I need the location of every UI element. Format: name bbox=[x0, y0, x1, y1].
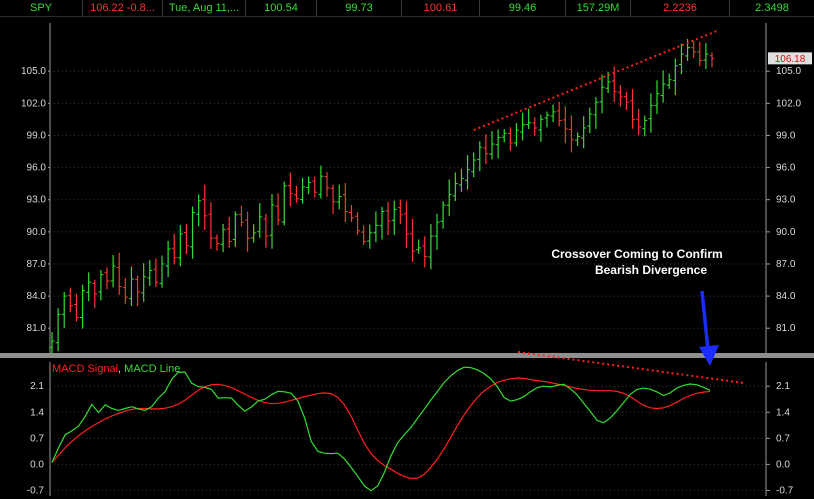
macd-tick-label-right: 0.0 bbox=[776, 459, 790, 470]
macd-panel: -0.7 -0.7 0.0 0.0 0.7 0.7 1.4 1.4 2.1 2.1 MACD Sig… bbox=[0, 351, 814, 496]
price-tick-label-right: 102.0 bbox=[776, 98, 801, 109]
price-tick-label-left: 81.0 bbox=[27, 323, 47, 334]
quote-last: 106.22 bbox=[90, 2, 124, 14]
price-tick-label-left: 102.0 bbox=[21, 98, 46, 109]
macd-tick-label-right: 1.4 bbox=[776, 407, 790, 418]
macd-signal-line bbox=[51, 377, 711, 480]
quote-low: 99.73 bbox=[317, 0, 402, 16]
quote-last-change: 106.22 -0.8... bbox=[83, 0, 163, 16]
quote-stat2: 2.3498 bbox=[755, 2, 789, 14]
last-price-label: 106.18 bbox=[775, 54, 806, 65]
quote-high: 100.61 bbox=[402, 0, 480, 16]
price-tick-label-left: 84.0 bbox=[27, 291, 47, 302]
price-tick-label-right: 96.0 bbox=[776, 163, 796, 174]
annotation-arrow-shaft bbox=[700, 290, 710, 351]
annotation-line1: Crossover Coming to Confirm bbox=[551, 247, 722, 261]
macd-tick-label-left: 0.0 bbox=[30, 459, 44, 470]
price-tick-label-left: 96.0 bbox=[27, 163, 47, 174]
panel-divider bbox=[0, 353, 814, 358]
price-tick-label-right: 90.0 bbox=[776, 227, 796, 238]
macd-tick-label-left: 1.4 bbox=[30, 407, 44, 418]
price-tick-label-right: 93.0 bbox=[776, 195, 796, 206]
price-tick-label-left: 105.0 bbox=[21, 66, 46, 77]
quote-change: -0.8... bbox=[126, 2, 155, 14]
quote-stat1: 2.2236 bbox=[631, 0, 730, 16]
legend-macd-line: MACD Line bbox=[124, 363, 180, 375]
quote-open: 100.54 bbox=[246, 0, 317, 16]
quote-bar: SPY 106.22 -0.8... Tue, Aug 11,... 100.5… bbox=[0, 0, 814, 17]
price-tick-label-right: 87.0 bbox=[776, 259, 796, 270]
macd-tick-label-left: 0.7 bbox=[30, 433, 44, 444]
price-tick-label-left: 99.0 bbox=[27, 130, 47, 141]
price-tick-label-right: 105.0 bbox=[776, 66, 801, 77]
macd-tick-label-left: -0.7 bbox=[27, 485, 45, 496]
price-tick-label-right: 99.0 bbox=[776, 130, 796, 141]
annotations: Crossover Coming to Confirm Bearish Dive… bbox=[551, 247, 723, 366]
legend-macd-signal: MACD Signal bbox=[52, 363, 118, 375]
quote-symbol[interactable]: SPY bbox=[0, 0, 83, 16]
macd-tick-label-right: -0.7 bbox=[776, 485, 794, 496]
quote-prev: 99.46 bbox=[480, 0, 566, 16]
price-panel: 81.0 81.0 84.0 84.0 87.0 87.0 90.0 90.0 93.0 93.0… bbox=[21, 23, 812, 358]
macd-legend: MACD Signal, MACD Line bbox=[52, 363, 180, 375]
price-tick-label-left: 90.0 bbox=[27, 227, 47, 238]
macd-tick-label-right: 0.7 bbox=[776, 433, 790, 444]
price-tick-label-right: 84.0 bbox=[776, 291, 796, 302]
price-tick-label-left: 93.0 bbox=[27, 195, 47, 206]
price-tick-label-left: 87.0 bbox=[27, 259, 47, 270]
macd-tick-label-right: 2.1 bbox=[776, 381, 790, 392]
quote-volume: 157.29M bbox=[566, 0, 631, 16]
annotation-line2: Bearish Divergence bbox=[595, 263, 707, 277]
price-tick-label-right: 81.0 bbox=[776, 323, 796, 334]
quote-date: Tue, Aug 11,... bbox=[163, 0, 246, 16]
chart-area: 81.0 81.0 84.0 84.0 87.0 87.0 90.0 90.0 93.0 93.0… bbox=[0, 23, 814, 496]
macd-tick-label-left: 2.1 bbox=[30, 381, 44, 392]
